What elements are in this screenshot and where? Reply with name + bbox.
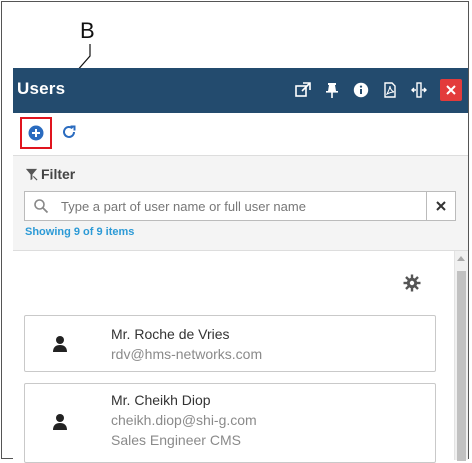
add-user-button[interactable] — [20, 117, 52, 149]
filter-panel: Filter Showing 9 of 9 items — [13, 155, 468, 251]
filter-title: Filter — [41, 166, 76, 182]
user-email: cheikh.diop@shi-g.com — [111, 412, 257, 428]
header-actions — [295, 78, 462, 102]
scroll-up-arrow[interactable] — [457, 256, 465, 261]
users-toolbar — [13, 113, 468, 155]
plus-circle-icon — [28, 125, 44, 141]
info-icon[interactable] — [353, 82, 369, 98]
user-email: rdv@hms-networks.com — [111, 346, 263, 362]
resize-icon[interactable] — [411, 82, 427, 98]
user-card[interactable]: Mr. Roche de Vries rdv@hms-networks.com — [24, 315, 436, 372]
search-icon — [34, 199, 49, 214]
user-icon — [53, 336, 67, 352]
pin-icon[interactable] — [324, 82, 340, 98]
search-box — [24, 191, 456, 221]
scroll-thumb[interactable] — [457, 271, 466, 461]
external-link-icon[interactable] — [295, 82, 311, 98]
list-scrollbar[interactable] — [454, 251, 468, 461]
clear-search-button[interactable] — [426, 192, 455, 220]
gear-icon[interactable] — [403, 274, 421, 292]
close-button[interactable] — [440, 79, 462, 101]
close-icon — [446, 85, 456, 95]
item-count-text: Showing 9 of 9 items — [25, 226, 135, 238]
panel-title: Users — [17, 79, 66, 98]
user-card[interactable]: Mr. Cheikh Diop cheikh.diop@shi-g.com Sa… — [24, 383, 436, 463]
users-panel-header: Users — [13, 68, 468, 113]
refresh-icon — [63, 125, 76, 138]
pdf-icon[interactable] — [382, 82, 398, 98]
user-list: Mr. Roche de Vries rdv@hms-networks.com … — [13, 251, 468, 463]
clear-icon — [436, 201, 446, 211]
search-input[interactable] — [61, 192, 401, 220]
user-icon — [53, 414, 67, 430]
user-name: Mr. Cheikh Diop — [111, 392, 211, 408]
filter-header[interactable]: Filter — [25, 166, 75, 182]
refresh-button[interactable] — [59, 122, 79, 142]
user-role: Sales Engineer CMS — [111, 432, 241, 448]
user-name: Mr. Roche de Vries — [111, 326, 230, 342]
callout-label: B — [80, 18, 95, 43]
filter-icon — [25, 168, 38, 180]
